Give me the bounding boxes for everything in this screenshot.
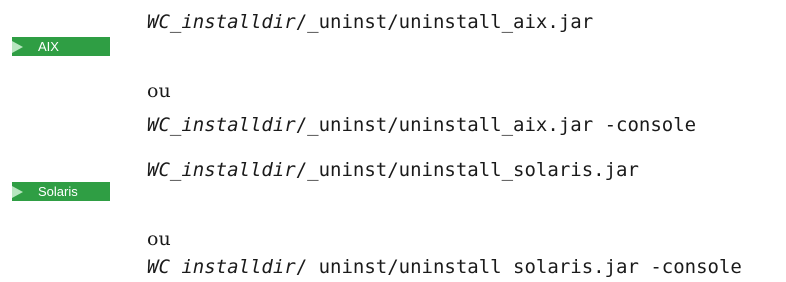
command-path: /_uninst/uninstall_aix.jar [295,11,594,33]
command-path: /_uninst/uninstall_solaris.jar [295,159,639,181]
command-path: /_uninst/uninstall_aix.jar -console [295,114,697,136]
command-path: / uninst/uninstall solaris.jar -console [295,256,742,278]
variable-installdir: WC_installdir [147,11,296,33]
variable-installdir: WC installdir [147,256,296,278]
command-line-aix-1: WC_installdir/_uninst/uninstall_aix.jar [147,11,593,33]
or-separator-solaris: ou [147,228,171,250]
command-line-solaris-1: WC_installdir/_uninst/uninstall_solaris.… [147,159,639,181]
arrow-right-icon [12,186,23,198]
badge-label-aix: AIX [38,39,59,54]
arrow-right-icon [12,41,23,53]
platform-badge-solaris: Solaris [12,182,110,201]
variable-installdir: WC_installdir [147,114,296,136]
or-separator-aix: ou [147,80,171,102]
variable-installdir: WC_installdir [147,159,296,181]
platform-badge-aix: AIX [12,37,110,56]
badge-label-solaris: Solaris [38,184,78,199]
command-line-aix-2: WC_installdir/_uninst/uninstall_aix.jar … [147,114,696,136]
command-line-solaris-2: WC installdir/ uninst/uninstall solaris.… [147,256,742,278]
